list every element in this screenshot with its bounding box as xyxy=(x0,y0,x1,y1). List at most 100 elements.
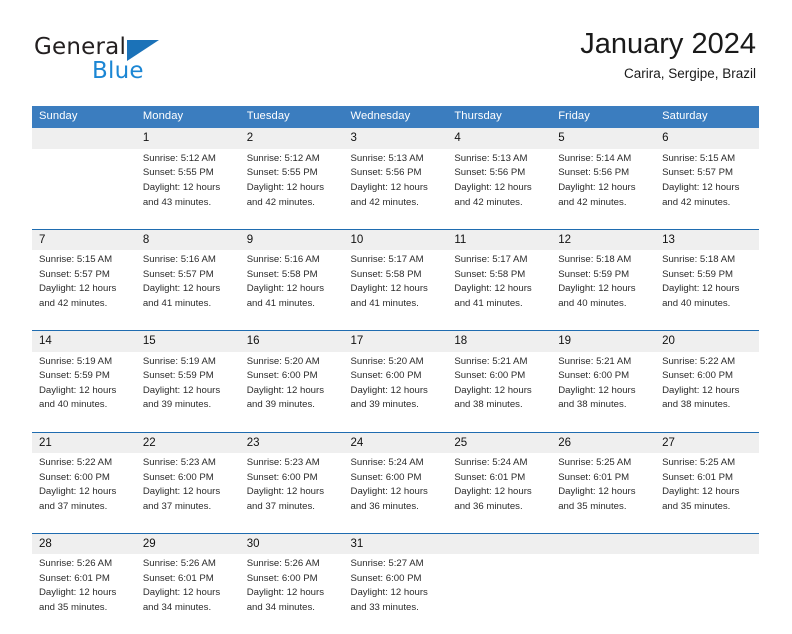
daylight-text-line2: and 36 minutes. xyxy=(454,500,523,512)
page-subtitle: Carira, Sergipe, Brazil xyxy=(623,66,756,82)
brand-logo[interactable]: General Blue xyxy=(34,36,264,92)
day-cell[interactable]: Sunrise: 5:18 AM Sunset: 5:59 PM Dayligh… xyxy=(551,250,656,331)
day-number: 12 xyxy=(551,228,656,251)
sunrise-text: Sunrise: 5:18 AM xyxy=(662,254,736,266)
sunset-text: Sunset: 6:01 PM xyxy=(662,471,733,483)
sunrise-text: Sunrise: 5:20 AM xyxy=(246,355,320,367)
daylight-text-line2: and 38 minutes. xyxy=(662,399,731,411)
day-cell[interactable]: Sunrise: 5:14 AM Sunset: 5:56 PM Dayligh… xyxy=(551,148,656,230)
daylight-text-line1: Daylight: 12 hours xyxy=(662,486,740,498)
sunrise-text: Sunrise: 5:15 AM xyxy=(662,152,736,164)
day-number: 3 xyxy=(343,128,448,149)
daylight-text-line2: and 41 minutes. xyxy=(142,297,212,309)
day-cell[interactable]: Sunrise: 5:17 AM Sunset: 5:58 PM Dayligh… xyxy=(343,250,448,331)
sunset-text: Sunset: 5:56 PM xyxy=(350,167,422,179)
week-1-details: Sunrise: 5:12 AM Sunset: 5:55 PM Dayligh… xyxy=(32,148,759,230)
day-cell[interactable]: Sunrise: 5:25 AM Sunset: 6:01 PM Dayligh… xyxy=(655,452,759,534)
daylight-text-line2: and 35 minutes. xyxy=(662,500,731,512)
daylight-text-line1: Daylight: 12 hours xyxy=(142,384,221,396)
weekday-header-saturday: Saturday xyxy=(655,106,759,129)
daylight-text-line1: Daylight: 12 hours xyxy=(350,587,428,599)
day-cell[interactable]: Sunrise: 5:24 AM Sunset: 6:01 PM Dayligh… xyxy=(447,452,552,534)
week-5-details: Sunrise: 5:26 AM Sunset: 6:01 PM Dayligh… xyxy=(32,554,759,634)
sunrise-text: Sunrise: 5:20 AM xyxy=(350,355,424,367)
title-block: January 2024 Carira, Sergipe, Brazil xyxy=(580,28,756,82)
sunset-text: Sunset: 5:59 PM xyxy=(39,370,110,382)
weekday-header-wednesday: Wednesday xyxy=(343,106,448,129)
day-cell[interactable]: Sunrise: 5:16 AM Sunset: 5:57 PM Dayligh… xyxy=(135,250,240,331)
sunrise-text: Sunrise: 5:17 AM xyxy=(350,254,424,266)
sunrise-text: Sunrise: 5:26 AM xyxy=(246,558,320,570)
daylight-text-line2: and 38 minutes. xyxy=(558,399,627,411)
daylight-text-line1: Daylight: 12 hours xyxy=(39,283,117,295)
daylight-text-line1: Daylight: 12 hours xyxy=(39,587,117,599)
daylight-text-line2: and 34 minutes. xyxy=(142,602,212,614)
daylight-text-line2: and 42 minutes. xyxy=(558,196,627,208)
daylight-text-line2: and 42 minutes. xyxy=(39,297,108,309)
day-number: 13 xyxy=(655,228,759,251)
weekday-header-thursday: Thursday xyxy=(447,106,552,129)
day-cell[interactable]: Sunrise: 5:22 AM Sunset: 6:00 PM Dayligh… xyxy=(32,452,136,534)
day-cell[interactable]: Sunrise: 5:20 AM Sunset: 6:00 PM Dayligh… xyxy=(239,351,344,433)
sunset-text: Sunset: 5:56 PM xyxy=(454,167,526,179)
daylight-text-line1: Daylight: 12 hours xyxy=(350,486,428,498)
sunset-text: Sunset: 6:01 PM xyxy=(558,471,630,483)
day-cell[interactable]: Sunrise: 5:20 AM Sunset: 6:00 PM Dayligh… xyxy=(343,351,448,433)
sunset-text: Sunset: 6:00 PM xyxy=(246,572,318,584)
day-cell[interactable]: Sunrise: 5:23 AM Sunset: 6:00 PM Dayligh… xyxy=(239,452,344,534)
day-cell[interactable]: Sunrise: 5:26 AM Sunset: 6:00 PM Dayligh… xyxy=(239,554,344,634)
daylight-text-line1: Daylight: 12 hours xyxy=(350,181,428,193)
daylight-text-line2: and 37 minutes. xyxy=(142,500,212,512)
sunset-text: Sunset: 6:01 PM xyxy=(142,572,214,584)
day-cell[interactable]: Sunrise: 5:19 AM Sunset: 5:59 PM Dayligh… xyxy=(32,351,136,433)
day-number: 17 xyxy=(343,330,448,352)
day-cell[interactable]: Sunrise: 5:15 AM Sunset: 5:57 PM Dayligh… xyxy=(655,148,759,230)
day-cell[interactable]: Sunrise: 5:19 AM Sunset: 5:59 PM Dayligh… xyxy=(135,351,240,433)
sunset-text: Sunset: 5:59 PM xyxy=(558,268,630,280)
daylight-text-line1: Daylight: 12 hours xyxy=(39,486,117,498)
day-cell[interactable]: Sunrise: 5:13 AM Sunset: 5:56 PM Dayligh… xyxy=(343,148,448,230)
week-3-details: Sunrise: 5:19 AM Sunset: 5:59 PM Dayligh… xyxy=(32,351,759,433)
day-cell[interactable]: Sunrise: 5:27 AM Sunset: 6:00 PM Dayligh… xyxy=(343,554,448,634)
day-cell[interactable]: Sunrise: 5:17 AM Sunset: 5:58 PM Dayligh… xyxy=(447,250,552,331)
sunrise-text: Sunrise: 5:14 AM xyxy=(558,152,632,164)
calendar-body: 1 2 3 4 5 6 Sunrise: 5:12 AM Sunset: 5:5… xyxy=(32,128,759,634)
daylight-text-line2: and 38 minutes. xyxy=(454,399,523,411)
sunset-text: Sunset: 6:00 PM xyxy=(558,370,630,382)
sunrise-text: Sunrise: 5:26 AM xyxy=(39,558,113,570)
daylight-text-line2: and 41 minutes. xyxy=(350,297,419,309)
day-cell[interactable]: Sunrise: 5:22 AM Sunset: 6:00 PM Dayligh… xyxy=(655,351,759,433)
day-cell[interactable]: Sunrise: 5:24 AM Sunset: 6:00 PM Dayligh… xyxy=(343,452,448,534)
day-cell[interactable]: Sunrise: 5:16 AM Sunset: 5:58 PM Dayligh… xyxy=(239,250,344,331)
day-cell[interactable]: Sunrise: 5:23 AM Sunset: 6:00 PM Dayligh… xyxy=(135,452,240,534)
day-number: 16 xyxy=(239,330,344,352)
daylight-text-line1: Daylight: 12 hours xyxy=(454,486,532,498)
week-4-daynumbers: 21 22 23 24 25 26 27 xyxy=(32,431,759,453)
sunset-text: Sunset: 5:55 PM xyxy=(246,167,318,179)
sunset-text: Sunset: 5:59 PM xyxy=(662,268,733,280)
day-cell[interactable]: Sunrise: 5:25 AM Sunset: 6:01 PM Dayligh… xyxy=(551,452,656,534)
sunset-text: Sunset: 5:57 PM xyxy=(39,268,110,280)
sunrise-text: Sunrise: 5:23 AM xyxy=(142,456,216,468)
daylight-text-line1: Daylight: 12 hours xyxy=(246,181,325,193)
sunset-text: Sunset: 5:58 PM xyxy=(350,268,422,280)
week-1-daynumbers: 1 2 3 4 5 6 xyxy=(32,128,759,149)
day-cell[interactable]: Sunrise: 5:12 AM Sunset: 5:55 PM Dayligh… xyxy=(135,148,240,230)
day-number: 31 xyxy=(343,532,448,555)
day-cell[interactable]: Sunrise: 5:26 AM Sunset: 6:01 PM Dayligh… xyxy=(32,554,136,634)
day-cell[interactable]: Sunrise: 5:21 AM Sunset: 6:00 PM Dayligh… xyxy=(447,351,552,433)
daylight-text-line2: and 40 minutes. xyxy=(39,399,108,411)
day-cell[interactable]: Sunrise: 5:13 AM Sunset: 5:56 PM Dayligh… xyxy=(447,148,552,230)
daylight-text-line1: Daylight: 12 hours xyxy=(454,384,532,396)
sunrise-text: Sunrise: 5:21 AM xyxy=(558,355,632,367)
day-cell-empty xyxy=(655,554,759,634)
day-cell[interactable]: Sunrise: 5:12 AM Sunset: 5:55 PM Dayligh… xyxy=(239,148,344,230)
day-cell[interactable]: Sunrise: 5:15 AM Sunset: 5:57 PM Dayligh… xyxy=(32,250,136,331)
day-cell[interactable]: Sunrise: 5:26 AM Sunset: 6:01 PM Dayligh… xyxy=(135,554,240,634)
day-number: 20 xyxy=(655,330,759,352)
sunrise-text: Sunrise: 5:24 AM xyxy=(350,456,424,468)
page-title: January 2024 xyxy=(580,28,756,60)
day-cell[interactable]: Sunrise: 5:21 AM Sunset: 6:00 PM Dayligh… xyxy=(551,351,656,433)
day-cell[interactable]: Sunrise: 5:18 AM Sunset: 5:59 PM Dayligh… xyxy=(655,250,759,331)
day-number: 19 xyxy=(551,330,656,352)
